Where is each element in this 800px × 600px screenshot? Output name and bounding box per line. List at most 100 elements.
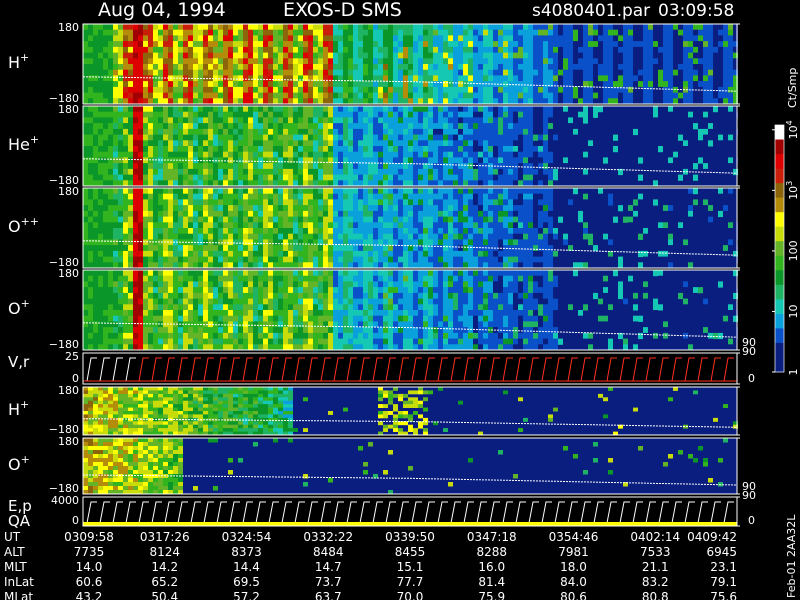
heatmap-cell: [563, 52, 568, 59]
heatmap-cell: [258, 151, 263, 158]
plot-stage: Aug 04, 1994 EXOS-D SMS s4080401.par 03:…: [0, 0, 800, 600]
heatmap-cell: [388, 210, 393, 218]
heatmap-cell: [448, 69, 453, 76]
heatmap-cell: [293, 239, 298, 246]
heatmap-cell: [253, 174, 258, 181]
heatmap-cell: [143, 86, 148, 94]
heatmap-cell: [83, 256, 88, 263]
heatmap-cell: [258, 256, 263, 263]
heatmap-cell: [413, 210, 418, 218]
heatmap-cell: [538, 199, 543, 206]
heatmap-cell: [118, 140, 123, 147]
heatmap-cell: [298, 128, 303, 136]
heatmap-cell: [293, 140, 298, 147]
heatmap-cell: [403, 75, 408, 82]
heatmap-cell: [143, 256, 148, 263]
heatmap-cell: [568, 75, 573, 82]
heatmap-cell: [193, 146, 198, 153]
heatmap-cell: [368, 199, 373, 206]
heatmap-cell: [118, 205, 123, 212]
heatmap-cell: [648, 86, 653, 94]
heatmap-cell: [263, 140, 268, 147]
heatmap-cell: [568, 140, 573, 147]
heatmap-cell: [498, 199, 503, 206]
heatmap-cell: [678, 24, 683, 31]
heatmap-cell: [638, 117, 643, 124]
heatmap-cell: [133, 106, 138, 113]
heatmap-cell: [373, 52, 378, 59]
heatmap-cell: [198, 123, 203, 130]
heatmap-cell: [388, 123, 393, 130]
heatmap-cell: [203, 64, 208, 71]
heatmap-cell: [238, 222, 243, 229]
heatmap-cell: [158, 52, 163, 59]
heatmap-cell: [728, 157, 733, 164]
heatmap-cell: [488, 188, 493, 195]
heatmap-cell: [518, 168, 523, 176]
heatmap-cell: [143, 168, 148, 176]
heatmap-cell: [728, 24, 733, 31]
heatmap-cell: [328, 245, 333, 252]
heatmap-cell: [328, 228, 333, 235]
heatmap-cell: [213, 46, 218, 54]
heatmap-cell: [468, 205, 473, 212]
heatmap-cell: [263, 81, 268, 88]
heatmap-cell: [353, 52, 358, 59]
heatmap-cell: [353, 168, 358, 176]
heatmap-cell: [508, 92, 513, 99]
heatmap-cell: [168, 245, 173, 252]
heatmap-cell: [423, 193, 428, 200]
heatmap-cell: [393, 29, 398, 36]
heatmap-cell: [623, 157, 628, 164]
heatmap-cell: [203, 168, 208, 176]
heatmap-cell: [663, 163, 668, 170]
heatmap-cell: [368, 188, 373, 195]
heatmap-cell: [703, 134, 708, 141]
heatmap-cell: [173, 233, 178, 240]
heatmap-cell: [643, 188, 648, 195]
heatmap-cell: [513, 64, 518, 71]
heatmap-cell: [493, 174, 498, 181]
heatmap-cell: [613, 64, 618, 71]
heatmap-cell: [628, 210, 633, 218]
heatmap-cell: [288, 193, 293, 200]
heatmap-cell: [608, 35, 613, 42]
heatmap-cell: [123, 29, 128, 36]
heatmap-cell: [523, 106, 528, 113]
heatmap-cell: [423, 146, 428, 153]
heatmap-cell: [248, 123, 253, 130]
heatmap-cell: [708, 128, 713, 136]
heatmap-cell: [493, 199, 498, 206]
heatmap-cell: [428, 193, 433, 200]
heatmap-cell: [688, 92, 693, 99]
heatmap-cell: [393, 157, 398, 164]
heatmap-cell: [728, 81, 733, 88]
heatmap-cell: [88, 163, 93, 170]
heatmap-cell: [353, 146, 358, 153]
heatmap-cell: [428, 146, 433, 153]
heatmap-cell: [538, 216, 543, 223]
heatmap-cell: [703, 146, 708, 153]
heatmap-cell: [283, 210, 288, 218]
heatmap-cell: [268, 245, 273, 252]
heatmap-cell: [518, 111, 523, 118]
heatmap-cell: [148, 245, 153, 252]
heatmap-cell: [558, 188, 563, 195]
heatmap-cell: [518, 128, 523, 136]
heatmap-cell: [443, 146, 448, 153]
heatmap-cell: [113, 75, 118, 82]
heatmap-cell: [328, 193, 333, 200]
heatmap-cell: [108, 188, 113, 195]
heatmap-cell: [453, 210, 458, 218]
heatmap-cell: [618, 81, 623, 88]
heatmap-cell: [118, 86, 123, 94]
heatmap-cell: [348, 52, 353, 59]
heatmap-cell: [513, 35, 518, 42]
heatmap-cell: [528, 245, 533, 252]
heatmap-cell: [428, 46, 433, 54]
heatmap-cell: [468, 58, 473, 65]
heatmap-cell: [253, 233, 258, 240]
heatmap-cell: [668, 174, 673, 181]
heatmap-cell: [318, 174, 323, 181]
heatmap-cell: [578, 210, 583, 218]
